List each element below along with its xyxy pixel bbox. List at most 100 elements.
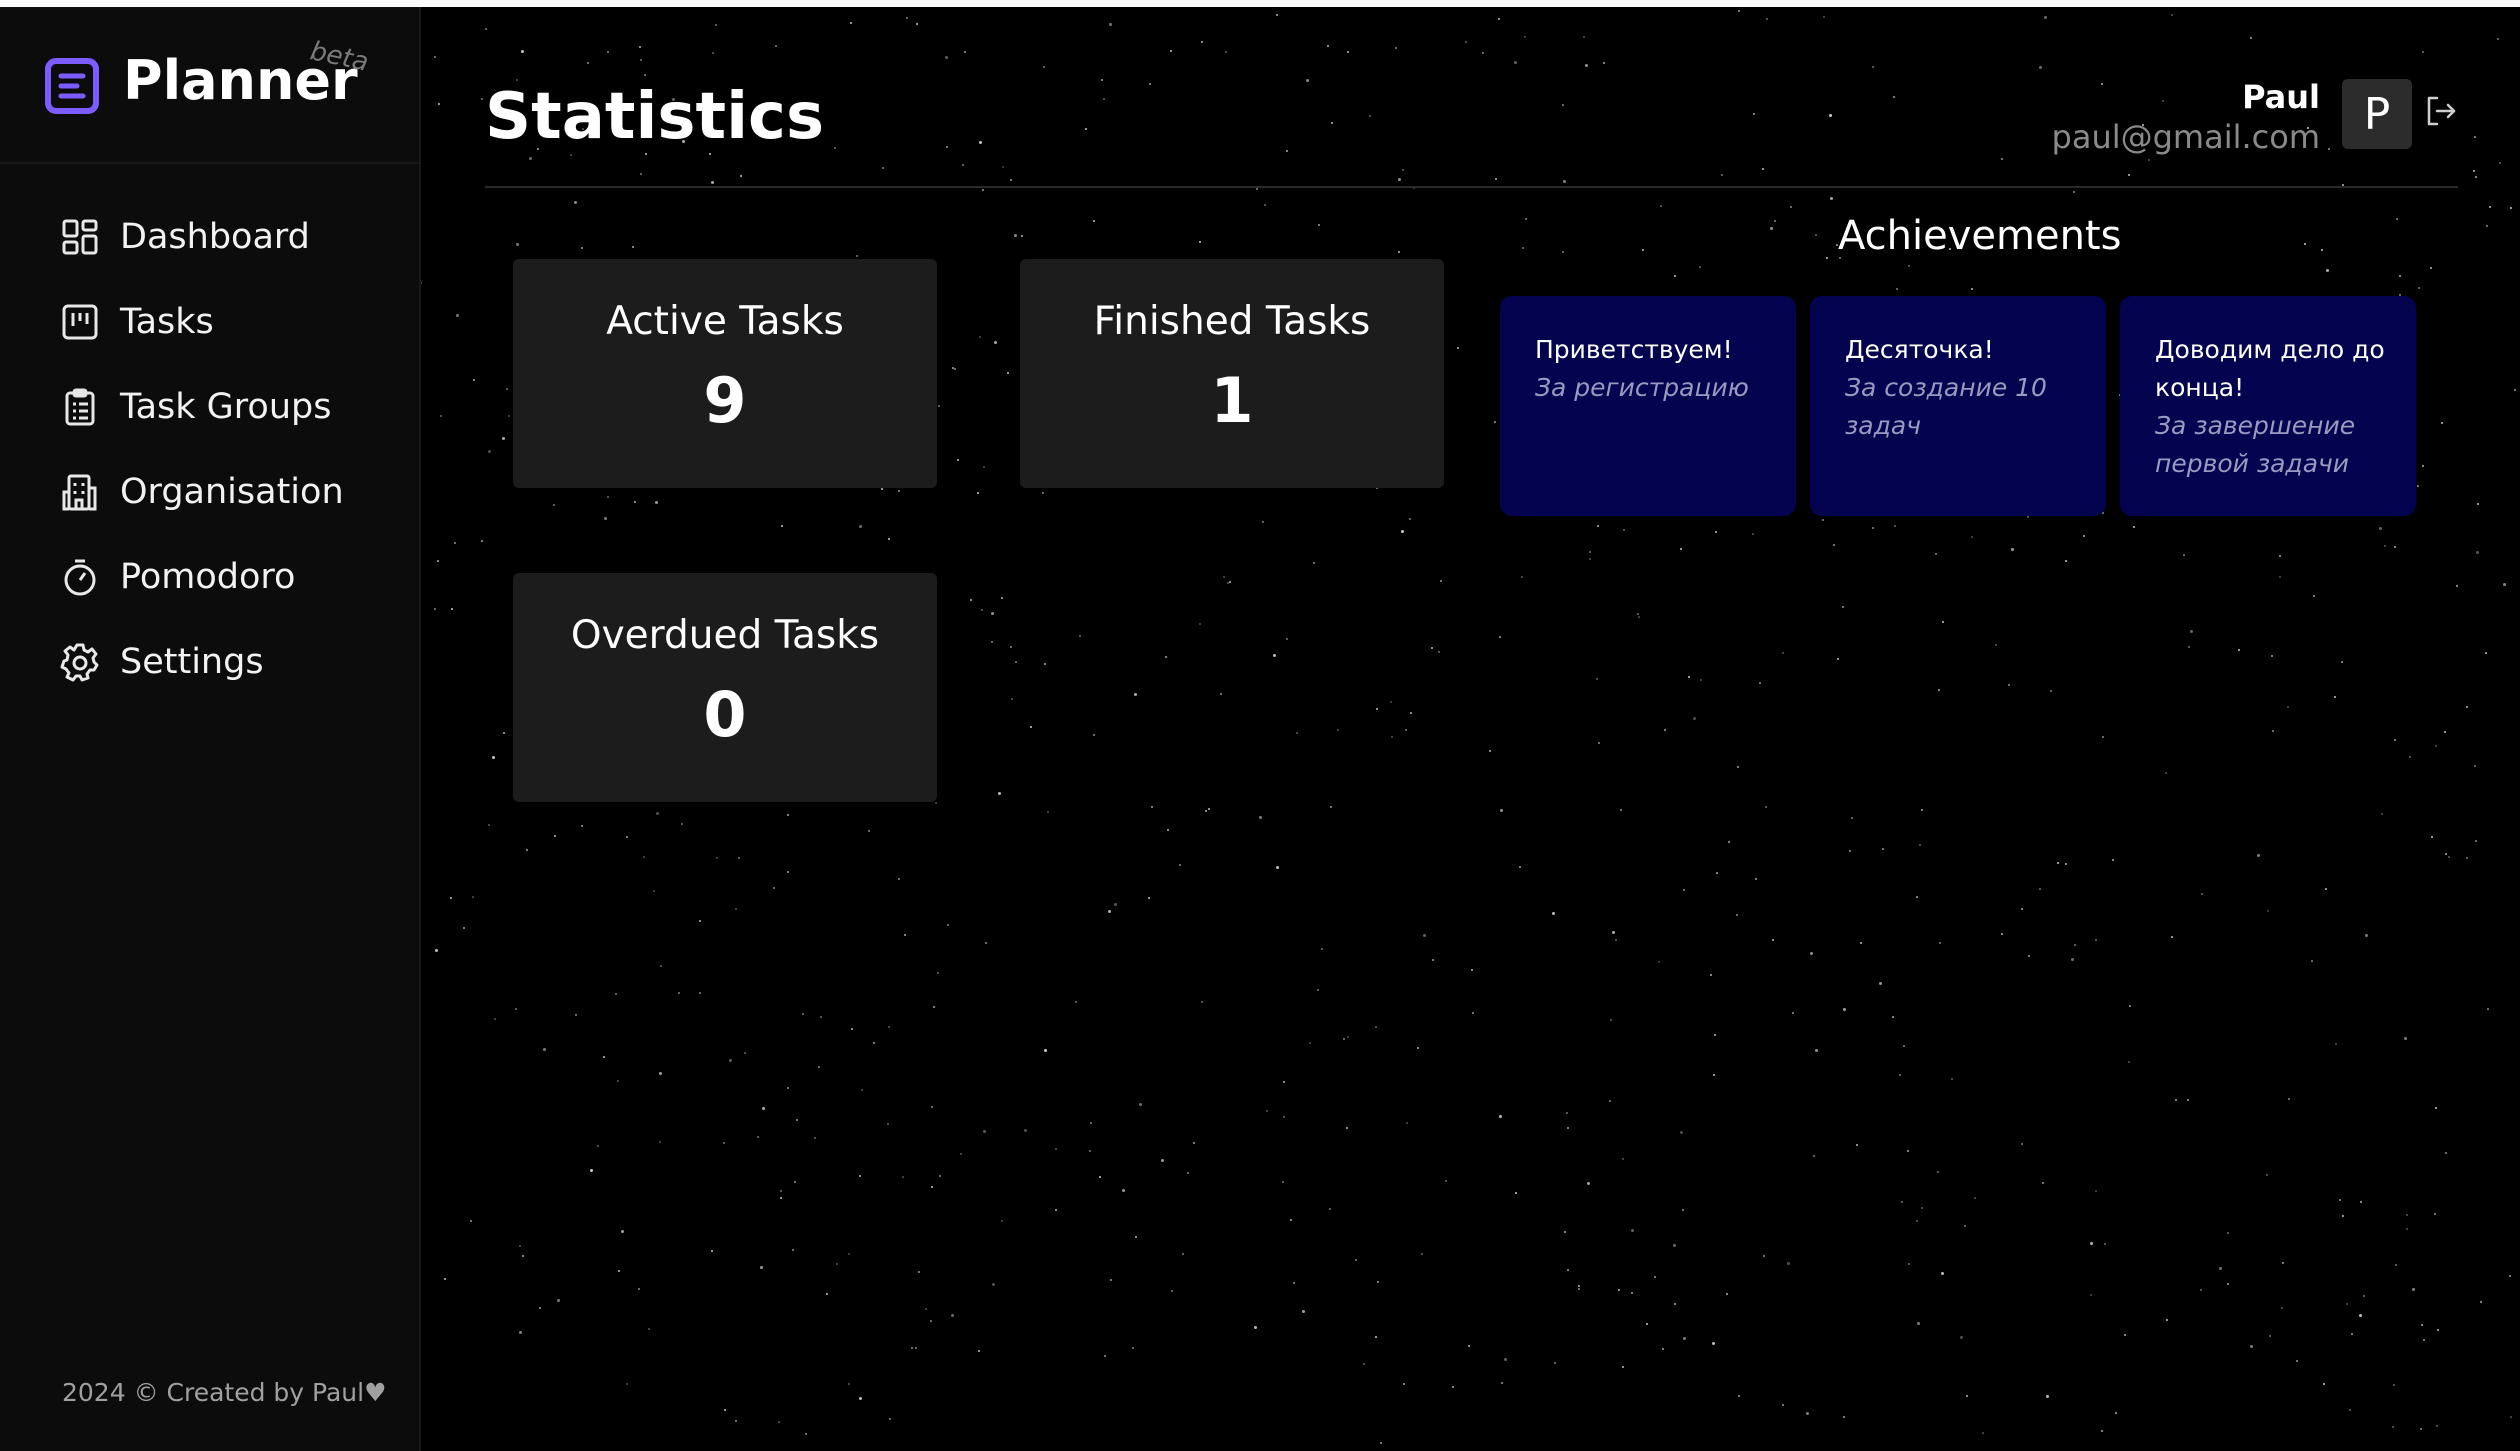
- achievement-card: Приветствуем! За регистрацию: [1500, 296, 1796, 516]
- star: [916, 23, 918, 25]
- star: [1829, 114, 1832, 117]
- star: [1660, 205, 1662, 207]
- star: [604, 517, 607, 520]
- sidebar-item-settings[interactable]: Settings: [60, 632, 400, 692]
- stat-value: 1: [1210, 364, 1254, 437]
- star: [1826, 257, 1828, 259]
- star: [660, 965, 662, 967]
- star: [1151, 806, 1153, 808]
- star: [2027, 516, 2029, 518]
- star: [1405, 729, 1407, 731]
- star: [1438, 651, 1440, 653]
- star: [2011, 548, 2014, 551]
- star: [1899, 1074, 1901, 1076]
- star: [982, 189, 984, 191]
- star: [2417, 485, 2419, 487]
- avatar[interactable]: P: [2342, 79, 2412, 149]
- star: [787, 1087, 789, 1089]
- logo[interactable]: Planner beta: [0, 7, 419, 164]
- star: [888, 1026, 890, 1028]
- star: [2435, 745, 2437, 747]
- star: [640, 173, 642, 175]
- star: [1587, 1182, 1590, 1185]
- star: [2420, 1428, 2422, 1430]
- star: [1099, 1176, 1101, 1178]
- star: [938, 405, 940, 407]
- star: [954, 368, 956, 370]
- star: [1585, 64, 1588, 67]
- sidebar-item-dashboard[interactable]: Dashboard: [60, 207, 400, 267]
- sidebar-item-organisation[interactable]: Organisation: [60, 462, 400, 522]
- star: [488, 450, 491, 453]
- star: [1638, 616, 1640, 618]
- star: [1721, 174, 1723, 176]
- sidebar: Planner beta Dashboard Tasks Task Groups…: [0, 7, 421, 1451]
- star: [1500, 809, 1503, 812]
- star: [2238, 649, 2240, 651]
- sidebar-item-pomodoro[interactable]: Pomodoro: [60, 547, 400, 607]
- star: [1309, 1042, 1311, 1044]
- star: [1208, 808, 1210, 810]
- star: [2435, 1107, 2437, 1109]
- star: [1658, 961, 1660, 963]
- star: [451, 608, 453, 610]
- star: [1167, 829, 1169, 831]
- star: [2351, 1333, 2353, 1335]
- star: [2363, 1295, 2365, 1297]
- star: [1457, 347, 1459, 349]
- star: [814, 1137, 816, 1139]
- star: [1830, 197, 1833, 200]
- star: [1318, 224, 1320, 226]
- star: [1563, 180, 1566, 183]
- star: [1622, 1366, 1624, 1368]
- star: [1499, 1115, 1502, 1118]
- star: [1892, 1016, 1894, 1018]
- star: [488, 824, 490, 826]
- star: [2267, 910, 2269, 912]
- kanban-icon: [62, 304, 98, 340]
- star: [1193, 1142, 1195, 1144]
- star: [1589, 551, 1591, 553]
- logout-icon[interactable]: [2424, 94, 2458, 128]
- star: [1432, 959, 1434, 961]
- star: [2321, 249, 2323, 251]
- star: [1132, 1347, 1134, 1349]
- star: [1282, 1181, 1284, 1183]
- star: [964, 51, 966, 53]
- star: [1562, 104, 1564, 106]
- star: [2392, 1426, 2394, 1428]
- star: [2384, 545, 2386, 547]
- star: [1201, 41, 1203, 43]
- star: [960, 1153, 962, 1155]
- star: [1851, 817, 1853, 819]
- star: [2288, 1098, 2290, 1100]
- star: [643, 856, 645, 858]
- star: [1787, 1262, 1790, 1265]
- star: [2431, 836, 2433, 838]
- star: [1521, 576, 1523, 578]
- star: [1199, 241, 1201, 243]
- star: [2050, 690, 2052, 692]
- sidebar-item-task-groups[interactable]: Task Groups: [60, 377, 400, 437]
- star: [1465, 41, 1467, 43]
- star: [738, 857, 740, 859]
- star: [1363, 1363, 1365, 1365]
- star: [1917, 1322, 1920, 1325]
- star: [1700, 679, 1702, 681]
- star: [587, 62, 589, 64]
- star: [1699, 266, 1701, 268]
- star: [970, 599, 972, 601]
- star: [889, 1418, 891, 1420]
- star: [1623, 529, 1625, 531]
- star: [2341, 661, 2343, 663]
- star: [1939, 942, 1941, 944]
- star: [1755, 878, 1757, 880]
- star: [1002, 166, 1004, 168]
- star: [1122, 1189, 1125, 1192]
- star: [2200, 1289, 2202, 1291]
- star: [1201, 1001, 1203, 1003]
- sidebar-item-tasks[interactable]: Tasks: [60, 292, 400, 352]
- star: [1896, 288, 1898, 290]
- star: [918, 1271, 920, 1273]
- star: [1726, 1293, 1728, 1295]
